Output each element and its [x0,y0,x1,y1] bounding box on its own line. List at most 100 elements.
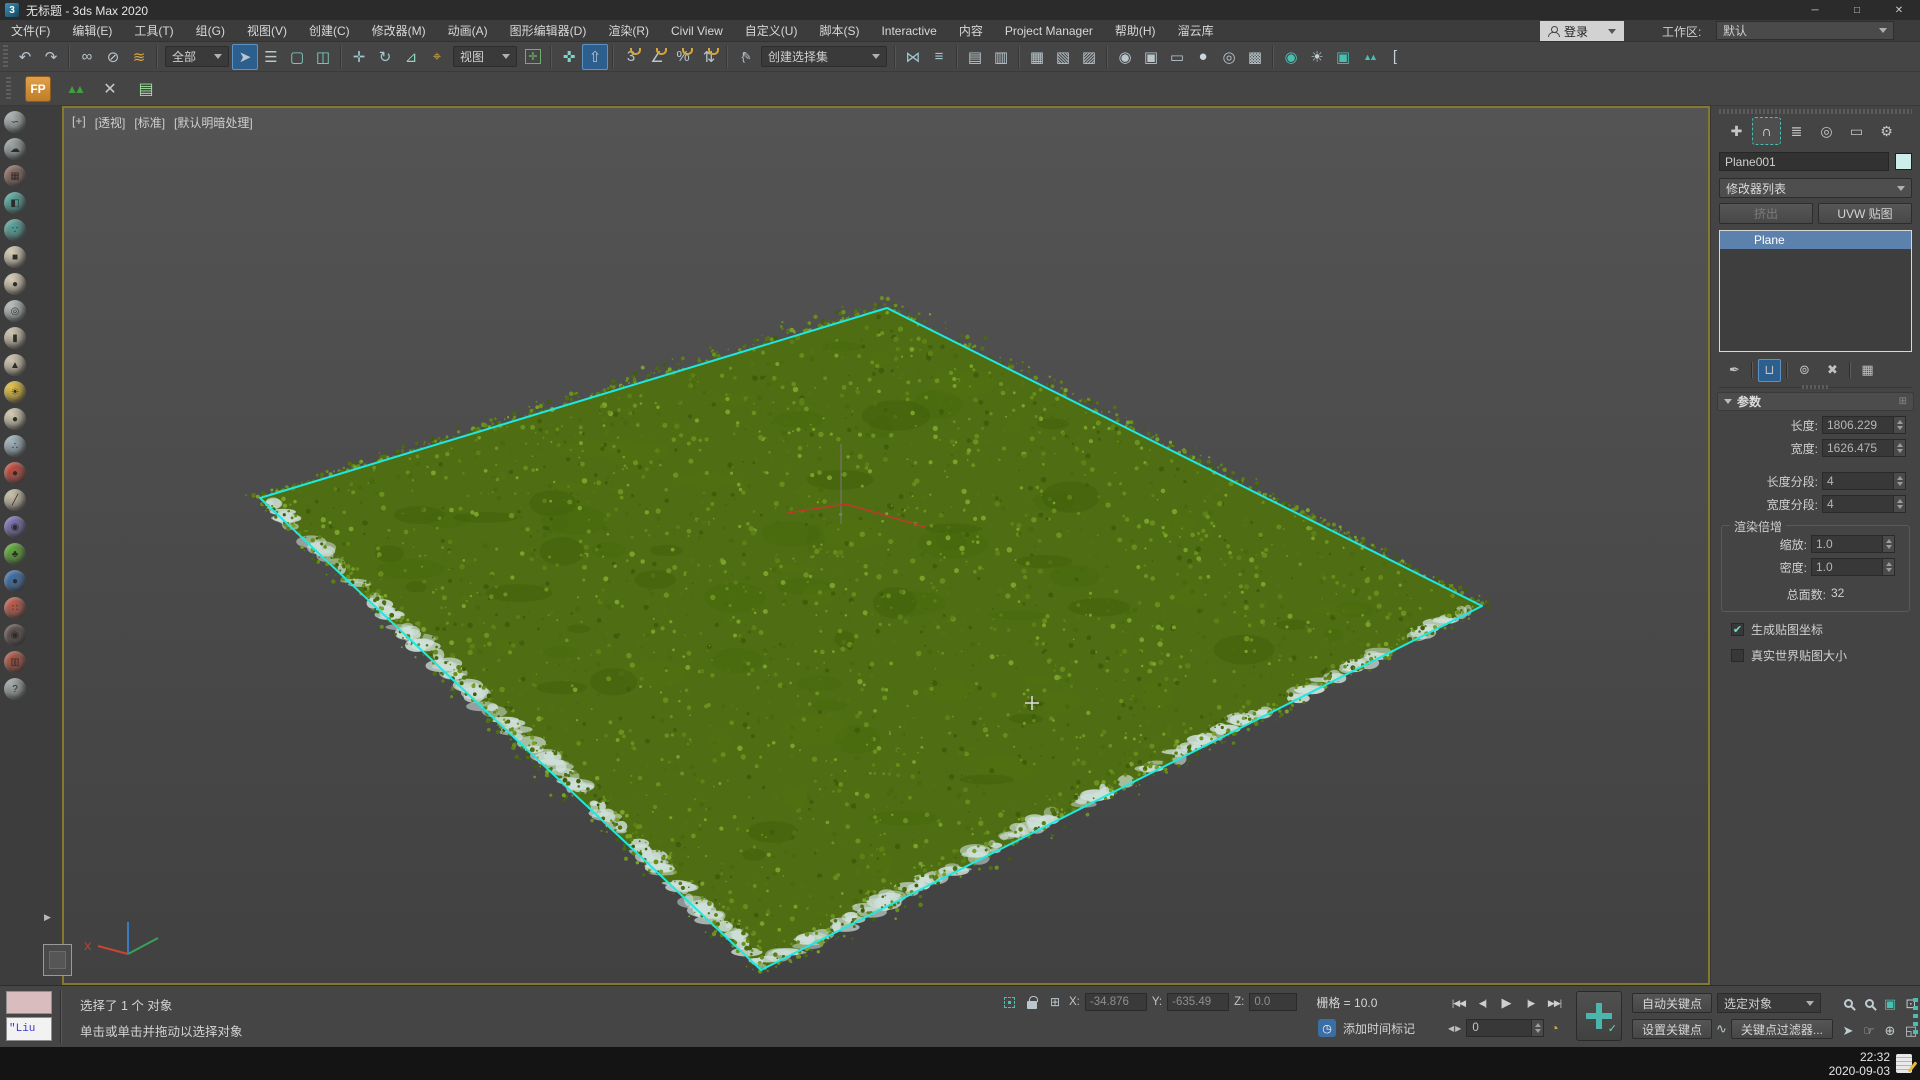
maximize-button[interactable]: □ [1836,0,1878,20]
param-scale-spinner[interactable] [1883,535,1895,553]
dock-dark-sphere-icon[interactable]: ◉ [4,624,26,646]
close-button[interactable]: ✕ [1878,0,1920,20]
menu-help[interactable]: 帮助(H) [1104,20,1167,41]
window-crossing-button[interactable]: ◫ [310,44,336,70]
menu-customize[interactable]: 自定义(U) [734,20,809,41]
stack-item-plane[interactable]: Plane [1720,231,1911,249]
set-keys-button[interactable]: ✓ [1576,991,1622,1041]
zoom-button[interactable] [1838,990,1858,1017]
bracket-button[interactable]: [ [1382,44,1408,70]
dock-pick-icon[interactable]: ╱ [4,489,26,511]
maxscript-mini-listener-pink[interactable] [6,991,52,1014]
dock-sun-icon[interactable]: ☀ [4,381,26,403]
menu-liuyunku[interactable]: 溜云库 [1167,20,1225,41]
param-length-spinner[interactable] [1894,416,1906,434]
dock-brush-icon[interactable]: ∽ [4,111,26,133]
dock-square-icon[interactable]: ■ [4,246,26,268]
menu-modifiers[interactable]: 修改器(M) [361,20,437,41]
menu-project-manager[interactable]: Project Manager [994,20,1104,41]
dock-donut-icon[interactable]: ◎ [4,300,26,322]
menu-rendering[interactable]: 渲染(R) [597,20,660,41]
param-length-segs-spinner[interactable] [1894,472,1906,490]
play-button[interactable]: ▶ [1496,993,1517,1013]
object-color-swatch[interactable] [1895,153,1912,170]
param-width-segs-spinner[interactable] [1894,495,1906,513]
minimize-button[interactable]: ─ [1794,0,1836,20]
tab-motion[interactable]: ◎ [1813,118,1840,144]
param-length-segs-field[interactable]: 4 [1822,472,1894,490]
select-and-move-button[interactable]: ✛ [346,44,372,70]
zoom-extents-button[interactable]: ▣ [1880,990,1900,1017]
mirror-button[interactable]: ⋈ [900,44,926,70]
dock-blue-sphere-icon[interactable]: ● [4,570,26,592]
trees-button[interactable]: ▲▲ [1356,44,1382,70]
go-to-start-button[interactable]: |◀◀ [1448,993,1469,1013]
checkbox-generate-mapping-coords-box[interactable]: ✔ [1731,623,1744,636]
state-sets-button[interactable]: ▩ [1242,44,1268,70]
configure-modifier-sets-button[interactable]: ▦ [1856,359,1879,382]
parameters-rollout-header[interactable]: 参数 ⊞ [1717,392,1914,411]
tab-create[interactable]: ✚ [1723,118,1750,144]
show-end-result-button[interactable]: ⊔ [1758,359,1781,382]
notes-tray-icon[interactable] [1896,1054,1912,1073]
menu-scripting[interactable]: 脚本(S) [808,20,870,41]
align-button[interactable]: ≡ [926,44,952,70]
key-step-arrows[interactable]: ◀▶ [1448,1024,1462,1033]
param-scale-field[interactable]: 1.0 [1811,535,1883,553]
checkbox-real-world-map-size[interactable]: 真实世界贴图大小 [1731,647,1920,664]
toolbar-grip[interactable] [6,77,11,101]
dock-cylinder-icon[interactable]: ▮ [4,327,26,349]
dock-ball-icon[interactable]: ● [4,408,26,430]
viewport-menu-shading[interactable]: [默认明暗处理] [174,114,253,131]
modifier-stack[interactable]: Plane [1719,230,1912,352]
select-object-button[interactable]: ➤ [232,44,258,70]
workspace-dropdown[interactable]: 默认 [1716,21,1894,40]
dock-cloud-icon[interactable]: ☁ [4,138,26,160]
dock-box-icon[interactable]: ▦ [4,165,26,187]
orbit-button[interactable]: ⊕ [1880,1017,1900,1044]
selection-filter-dropdown[interactable]: 全部 [165,46,229,67]
dock-help-icon[interactable]: ? [4,678,26,700]
select-and-scale-button[interactable]: ⊿ [398,44,424,70]
light-button[interactable]: ◉ [1278,44,1304,70]
rendered-frame-button[interactable]: ▭ [1164,44,1190,70]
checkbox-generate-mapping-coords[interactable]: ✔生成贴图坐标 [1731,621,1920,638]
dock-expand-arrow[interactable]: ▶ [44,912,51,923]
trees-plugin-button[interactable]: ▲▲ [61,76,87,102]
render-production-button[interactable]: ● [1190,44,1216,70]
dock-cluster-icon[interactable]: ∴ [4,435,26,457]
percent-snap-button[interactable]: % [670,44,696,70]
selection-lock-toggle[interactable] [1023,993,1041,1011]
menu-tools[interactable]: 工具(T) [123,20,184,41]
angle-snap-button[interactable]: ∠ [644,44,670,70]
make-unique-button[interactable]: ⊚ [1793,359,1816,382]
viewport-menu-standard[interactable]: [标准] [134,114,165,131]
dock-sphere-icon[interactable]: ● [4,273,26,295]
select-and-place-button[interactable]: ⌖ [424,44,450,70]
unlink-selection-button[interactable]: ⊘ [100,44,126,70]
schematic-view-button[interactable]: ▨ [1076,44,1102,70]
tab-modify[interactable]: ∩ [1753,118,1780,144]
select-and-rotate-button[interactable]: ↻ [372,44,398,70]
pin-stack-button[interactable]: ✒ [1723,359,1746,382]
y-coordinate-field[interactable]: -635.49 [1167,993,1229,1011]
material-editor-button[interactable]: ◉ [1112,44,1138,70]
toolbar-grip[interactable] [3,45,8,69]
param-width-segs-field[interactable]: 4 [1822,495,1894,513]
rectangular-selection-button[interactable]: ▢ [284,44,310,70]
list-plugin-button[interactable]: ▤ [133,76,159,102]
dock-watering-can-icon[interactable]: ◧ [4,192,26,214]
selection-scope-dropdown[interactable]: 选定对象 [1717,993,1821,1013]
previous-frame-button[interactable]: ◀| [1472,993,1493,1013]
dock-orb-icon[interactable]: ◉ [4,516,26,538]
viewport-menu-plus[interactable]: [+] [72,114,86,131]
menu-interactive[interactable]: Interactive [870,20,947,41]
system-clock[interactable]: 22:32 2020-09-03 [1829,1050,1890,1078]
param-length-field[interactable]: 1806.229 [1822,416,1894,434]
dock-plant-icon[interactable]: ♣ [4,543,26,565]
edit-named-selections-button[interactable]: {✎ [732,44,758,70]
key-filters-button[interactable]: 关键点过滤器... [1731,1019,1833,1039]
tab-display[interactable]: ▭ [1843,118,1870,144]
zoom-region-button[interactable]: ➤ [1838,1017,1858,1044]
select-by-name-button[interactable]: ☰ [258,44,284,70]
